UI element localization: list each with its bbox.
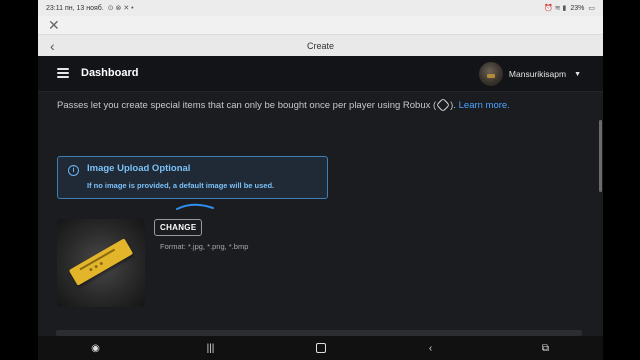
- recents-icon[interactable]: |||: [201, 343, 221, 354]
- pass-ticket-icon: [68, 238, 134, 286]
- browser-title-bar: ‹ Create: [38, 34, 603, 58]
- dashboard-title: Dashboard: [81, 67, 139, 79]
- description-suffix: ).: [450, 100, 456, 111]
- pass-image-preview: [57, 219, 145, 307]
- network-icons: ⏰ ≋ ▮: [544, 5, 567, 12]
- android-nav-bar: ◉ ||| ‹ ⧉: [38, 336, 603, 360]
- robux-icon: [436, 97, 451, 113]
- status-time: 23:11 пн, 13 нояб.: [46, 4, 104, 12]
- change-image-button[interactable]: CHANGE: [154, 219, 203, 236]
- dashboard-header: Dashboard Mansurikisapm ▼: [38, 56, 603, 92]
- close-icon[interactable]: ✕: [48, 16, 60, 34]
- home-icon[interactable]: [315, 343, 326, 353]
- username[interactable]: Mansurikisapm: [509, 69, 566, 79]
- learn-more-link[interactable]: Learn more.: [459, 100, 510, 111]
- back-icon[interactable]: ‹: [421, 343, 441, 354]
- notice-title: Image Upload Optional: [87, 163, 191, 174]
- notification-icons: ⊙ ⊗ ✕ •: [107, 5, 134, 12]
- main-content: Passes let you create special items that…: [38, 92, 603, 336]
- device-screen: 23:11 пн, 13 нояб. ⊙ ⊗ ✕ • ⏰ ≋ ▮ 23% ▭ ✕…: [38, 0, 603, 360]
- scrollbar[interactable]: [599, 120, 602, 192]
- battery-icon: ▭: [588, 5, 595, 12]
- caret-down-icon[interactable]: ▼: [574, 71, 581, 78]
- avatar[interactable]: [478, 62, 503, 86]
- page-title: Create: [306, 41, 334, 51]
- battery-level: 23%: [570, 4, 585, 12]
- screenshot-icon[interactable]: ⧉: [536, 343, 556, 354]
- pass-description: Passes let you create special items that…: [57, 97, 577, 113]
- user-menu[interactable]: Mansurikisapm ▼: [478, 62, 581, 86]
- loading-arc-icon: [176, 203, 214, 210]
- info-notice: i Image Upload Optional If no image is p…: [57, 156, 328, 199]
- browser-close-bar: ✕: [38, 16, 603, 34]
- status-bar: 23:11 пн, 13 нояб. ⊙ ⊗ ✕ • ⏰ ≋ ▮ 23% ▭: [38, 0, 603, 16]
- info-icon: i: [68, 165, 79, 176]
- menu-icon[interactable]: [57, 68, 69, 78]
- assistant-icon[interactable]: ◉: [86, 343, 106, 354]
- image-format-hint: Format: *.jpg, *.png, *.bmp: [160, 242, 249, 251]
- description-text: Passes let you create special items that…: [57, 100, 437, 111]
- notice-body: If no image is provided, a default image…: [87, 181, 275, 190]
